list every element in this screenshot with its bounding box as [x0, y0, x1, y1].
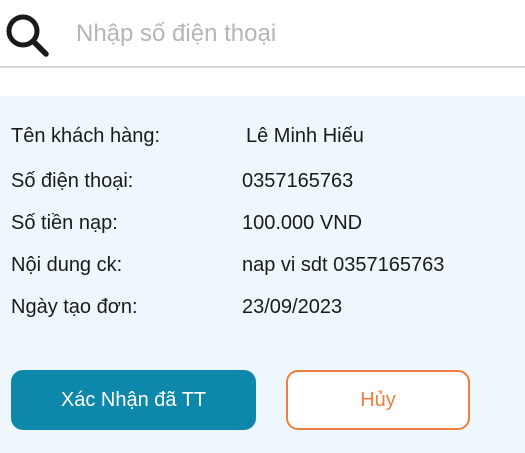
transfer-content-row: Nội dung ck: nap vi sdt 0357165763 [0, 254, 525, 284]
confirm-paid-button[interactable]: Xác Nhận đã TT [11, 370, 256, 430]
amount-value: 100.000 VND [242, 212, 363, 234]
phone-number-row: Số điện thoại: 0357165763 [0, 170, 525, 200]
cancel-button[interactable]: Hủy [286, 370, 470, 430]
customer-name-row: Tên khách hàng: Lê Minh Hiếu [0, 125, 525, 155]
amount-row: Số tiền nạp: 100.000 VND [0, 212, 525, 242]
phone-search-input[interactable] [76, 12, 506, 56]
created-date-value: 23/09/2023 [242, 296, 343, 318]
phone-number-label: Số điện thoại: [11, 170, 134, 192]
customer-name-value: Lê Minh Hiếu [246, 125, 364, 147]
amount-label: Số tiền nạp: [11, 212, 118, 234]
created-date-row: Ngày tạo đơn: 23/09/2023 [0, 296, 525, 326]
search-bar [0, 0, 525, 68]
order-details-panel: Tên khách hàng: Lê Minh Hiếu Số điện tho… [0, 96, 525, 453]
transfer-content-label: Nội dung ck: [11, 254, 123, 276]
search-icon[interactable] [4, 12, 50, 58]
customer-name-label: Tên khách hàng: [11, 125, 160, 147]
phone-number-value: 0357165763 [242, 170, 354, 192]
transfer-content-value: nap vi sdt 0357165763 [242, 254, 445, 276]
created-date-label: Ngày tạo đơn: [11, 296, 138, 318]
